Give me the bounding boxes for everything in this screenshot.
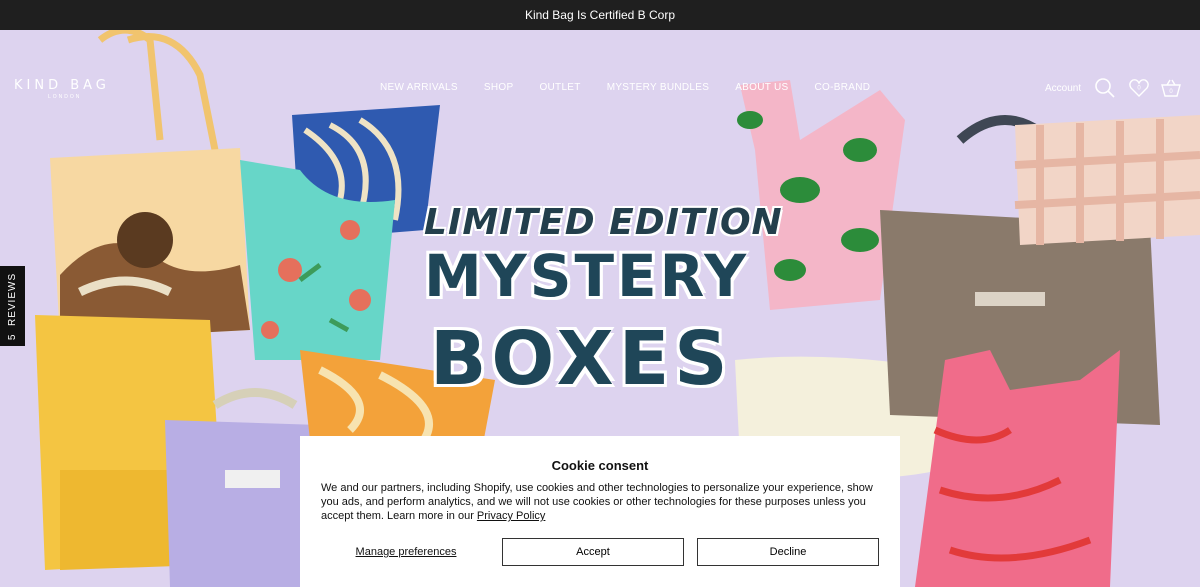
manage-preferences-link[interactable]: Manage preferences <box>321 538 491 566</box>
cart-count: 0 <box>1169 89 1173 95</box>
nav-mystery-bundles[interactable]: MYSTERY BUNDLES <box>607 82 710 93</box>
search-icon[interactable] <box>1094 77 1116 99</box>
cookie-consent-banner: Cookie consent We and our partners, incl… <box>300 436 900 587</box>
logo-wordmark: KIND BAG <box>14 78 110 93</box>
nav-new-arrivals[interactable]: NEW ARRIVALS <box>380 82 458 93</box>
reviews-count: 5 <box>7 333 18 340</box>
logo-subtitle: LONDON <box>48 94 82 100</box>
wishlist-heart-icon[interactable]: 0 <box>1128 77 1150 99</box>
account-link[interactable]: Account <box>1045 83 1081 94</box>
hero-limited-edition: LIMITED EDITION <box>424 202 783 243</box>
decline-button[interactable]: Decline <box>697 538 879 566</box>
nav-co-brand[interactable]: CO-BRAND <box>815 82 871 93</box>
cookie-actions: Manage preferences Accept Decline <box>321 538 879 566</box>
accept-button[interactable]: Accept <box>502 538 684 566</box>
logo[interactable]: KIND BAG LONDON <box>14 78 110 100</box>
cart-basket-icon[interactable]: 0 <box>1160 77 1182 99</box>
announcement-text: Kind Bag Is Certified B Corp <box>524 8 676 22</box>
cookie-title: Cookie consent <box>551 458 649 473</box>
reviews-tab[interactable]: 5 REVIEWS <box>0 266 25 346</box>
nav-shop[interactable]: SHOP <box>484 82 514 93</box>
cookie-body-text: We and our partners, including Shopify, … <box>321 482 873 522</box>
hero-boxes: BOXES <box>430 316 733 402</box>
cookie-body: We and our partners, including Shopify, … <box>321 481 879 523</box>
hero-mystery: MYSTERY <box>424 242 750 310</box>
privacy-policy-link[interactable]: Privacy Policy <box>477 510 545 522</box>
nav-about-us[interactable]: ABOUT US <box>735 82 788 93</box>
reviews-label: REVIEWS <box>7 272 18 326</box>
main-nav: NEW ARRIVALS SHOP OUTLET MYSTERY BUNDLES… <box>380 82 870 93</box>
announcement-bar: Kind Bag Is Certified B Corp <box>0 0 1200 30</box>
wishlist-count: 0 <box>1137 86 1141 92</box>
nav-outlet[interactable]: OUTLET <box>539 82 580 93</box>
